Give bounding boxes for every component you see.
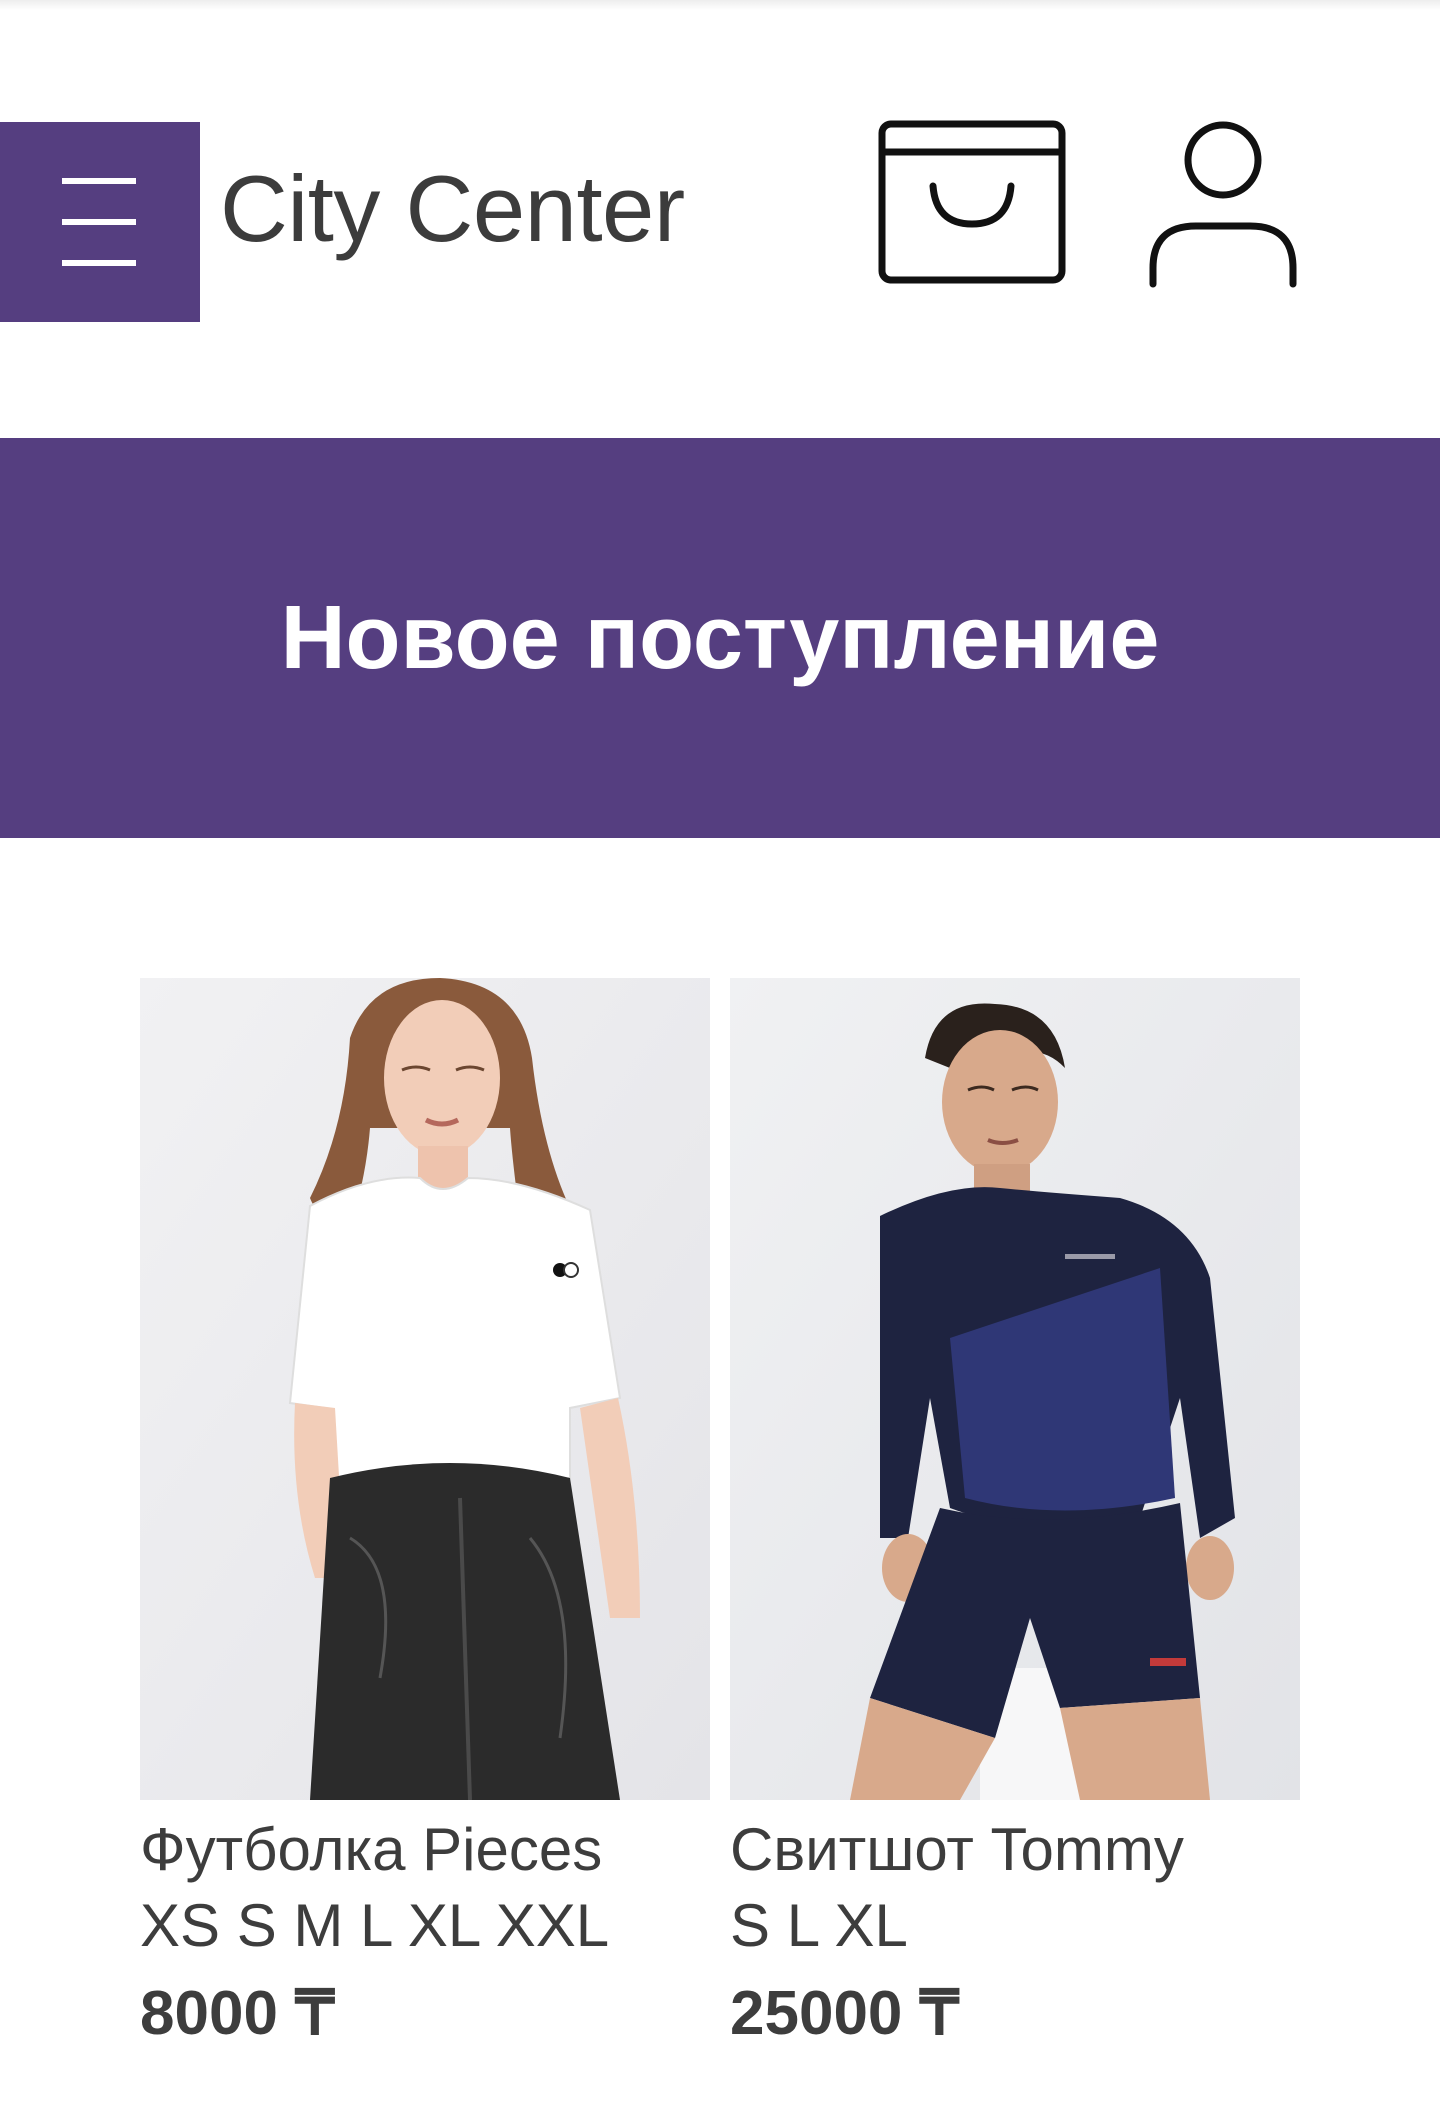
product-sizes: S L XL [730,1892,908,1959]
product-image[interactable] [730,978,1300,1800]
product-name[interactable]: Футболка Pieces [140,1812,710,1888]
product-sizes: XS S M L XL XXL [140,1892,610,1959]
product-price: 8000 ₸ [140,1979,335,2048]
product-card[interactable]: Свитшот Tommy S L XL 25000 ₸ [730,978,1300,2054]
cart-button[interactable] [878,120,1068,290]
product-photo-sweatshirt [730,978,1300,1800]
user-profile-icon [1149,121,1297,288]
shopping-bag-icon [878,120,1066,284]
new-arrivals-banner: Новое поступление [0,438,1440,838]
site-header: City Center [0,0,1440,440]
banner-title: Новое поступление [280,588,1160,688]
brand-logo-text[interactable]: City Center [220,154,685,264]
profile-button[interactable] [1146,118,1302,290]
product-price: 25000 ₸ [730,1979,960,2048]
menu-button[interactable] [0,122,200,322]
product-name[interactable]: Свитшот Tommy [730,1812,1300,1888]
product-image[interactable] [140,978,710,1800]
hamburger-menu-icon [62,178,136,266]
product-photo-tshirt [140,978,710,1800]
product-card[interactable]: Футболка Pieces XS S M L XL XXL 8000 ₸ [140,978,710,2054]
